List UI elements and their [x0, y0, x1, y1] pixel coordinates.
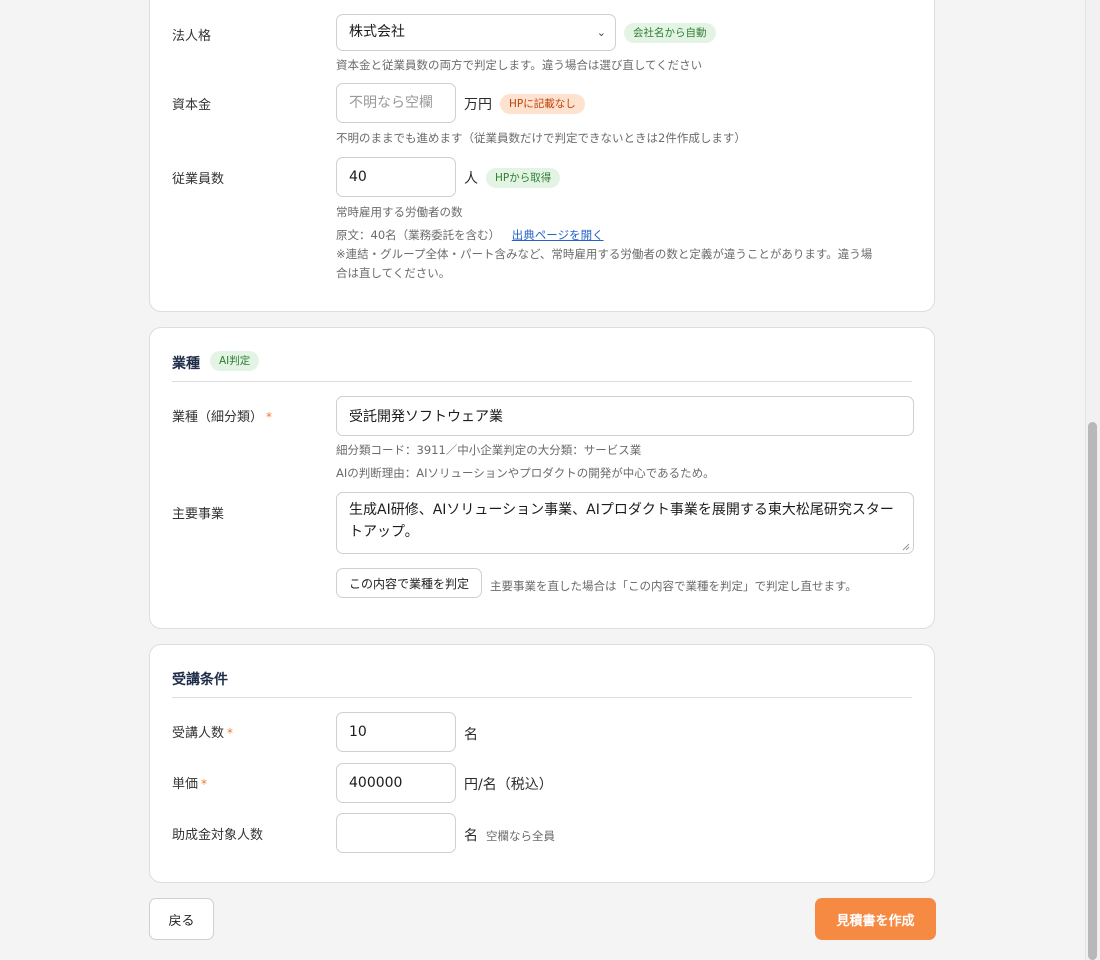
not-on-website-badge: HPに記載なし — [500, 94, 585, 114]
category-code-hint: 細分類コード：3911／中小企業判定の大分類：サービス業 — [336, 443, 642, 457]
judge-industry-button[interactable]: この内容で業種を判定 — [336, 568, 482, 598]
unit-price-label-text: 単価 — [172, 777, 199, 792]
attendee-count-label-text: 受講人数 — [172, 726, 225, 741]
required-mark: * — [266, 410, 273, 424]
create-estimate-button[interactable]: 見積書を作成 — [815, 898, 936, 940]
auto-from-company-name-badge: 会社名から自動 — [624, 23, 716, 43]
company-info-card: 法人格 株式会社 ⌄ 会社名から自動 資本金と従業員数の両方で判定します。違う場… — [149, 0, 935, 312]
legal-form-select-value[interactable]: 株式会社 — [336, 14, 616, 51]
employees-input[interactable] — [336, 157, 456, 197]
attendee-count-label: 受講人数 * — [172, 722, 233, 741]
section-divider — [172, 697, 912, 698]
unit-price-label: 単価 * — [172, 773, 207, 792]
employees-unit: 人 — [464, 171, 478, 187]
capital-unit: 万円 — [464, 97, 492, 113]
subsidy-count-unit: 名 — [464, 828, 478, 844]
legal-form-label: 法人格 — [172, 29, 212, 44]
employees-source-text: 原文：40名（業務委託を含む） — [336, 228, 501, 242]
employees-hint: 常時雇用する労働者の数 — [336, 205, 463, 219]
employees-note-line2: 合は直してください。 — [336, 266, 451, 280]
legal-form-hint: 資本金と従業員数の両方で判定します。違う場合は選び直してください — [336, 58, 703, 72]
required-mark: * — [227, 726, 234, 740]
judge-hint: 主要事業を直した場合は「この内容で業種を判定」で判定し直せます。 — [490, 579, 857, 593]
attendee-count-unit: 名 — [464, 727, 478, 743]
ai-reason-hint: AIの判断理由：AIソリューションやプロダクトの開発が中心であるため。 — [336, 466, 715, 480]
capital-label: 資本金 — [172, 98, 212, 113]
industry-card: 業種 AI判定 業種（細分類）* 細分類コード：3911／中小企業判定の大分類：… — [149, 327, 935, 629]
back-button[interactable]: 戻る — [149, 898, 214, 940]
unit-price-input[interactable] — [336, 763, 456, 803]
subsidy-hint: 空欄なら全員 — [486, 829, 555, 843]
attendance-card: 受講条件 受講人数* 名 単価* 円/名（税込） 助成金対象人数 名 空欄なら全… — [149, 644, 935, 883]
unit-price-unit: 円/名（税込） — [464, 777, 553, 793]
subsidy-count-label: 助成金対象人数 — [172, 828, 264, 843]
employees-label: 従業員数 — [172, 172, 225, 187]
industry-section-title: 業種 — [172, 356, 200, 372]
open-source-page-link[interactable]: 出典ページを開く — [512, 228, 604, 242]
attendee-count-input[interactable] — [336, 712, 456, 752]
capital-hint: 不明のままでも進めます（従業員数だけで判定できないときは2件作成します） — [336, 131, 746, 145]
attendance-section-title: 受講条件 — [172, 672, 228, 688]
legal-form-select[interactable]: 株式会社 ⌄ — [336, 14, 616, 51]
subsidy-count-input[interactable] — [336, 813, 456, 853]
resize-grip-icon[interactable] — [902, 543, 910, 551]
industry-category-input[interactable] — [336, 396, 914, 436]
required-mark: * — [201, 777, 208, 791]
chevron-down-icon: ⌄ — [596, 26, 606, 39]
scrollbar-thumb[interactable] — [1088, 422, 1097, 960]
section-divider — [172, 381, 912, 382]
main-business-textarea[interactable]: 生成AI研修、AIソリューション事業、AIプロダクト事業を展開する東大松尾研究ス… — [336, 492, 914, 554]
industry-category-label-text: 業種（細分類） — [172, 410, 264, 425]
ai-judged-badge: AI判定 — [210, 351, 260, 371]
industry-category-label: 業種（細分類） * — [172, 406, 272, 425]
from-website-badge: HPから取得 — [486, 168, 561, 188]
employees-note-line1: ※連結・グループ全体・パート含みなど、常時雇用する労働者の数と定義が違うことがあ… — [336, 247, 873, 261]
capital-input[interactable] — [336, 83, 456, 123]
employees-source: 原文：40名（業務委託を含む） 出典ページを開く — [336, 227, 604, 243]
main-business-label: 主要事業 — [172, 507, 225, 522]
